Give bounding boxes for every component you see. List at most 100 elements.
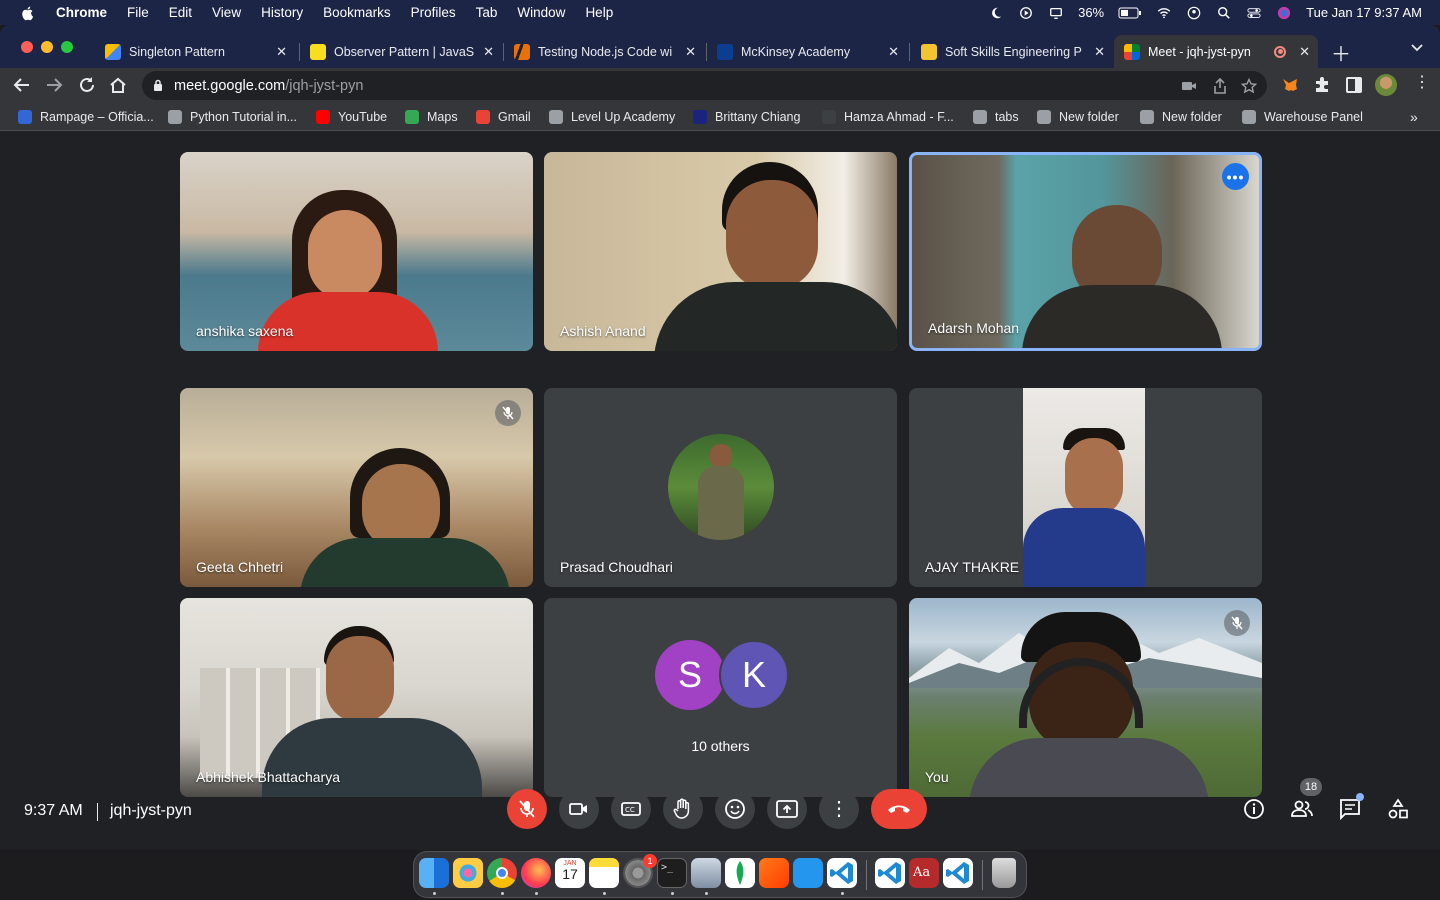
siri-icon[interactable]: [1276, 6, 1292, 20]
menubar-datetime[interactable]: Tue Jan 17 9:37 AM: [1306, 5, 1422, 20]
menu-profiles[interactable]: Profiles: [411, 5, 456, 20]
tab-search-chevron-icon[interactable]: [1411, 44, 1423, 52]
menu-view[interactable]: View: [212, 5, 241, 20]
close-window-button[interactable]: [21, 41, 33, 53]
battery-icon[interactable]: [1118, 6, 1142, 20]
bookmark-item[interactable]: YouTube: [316, 109, 387, 124]
minimize-window-button[interactable]: [41, 41, 53, 53]
camera-in-use-icon[interactable]: [1181, 80, 1197, 92]
tab-close-icon[interactable]: ✕: [1299, 44, 1310, 60]
leave-call-button[interactable]: [871, 789, 927, 829]
sublime-text-dock-icon[interactable]: [759, 858, 789, 888]
bookmark-star-icon[interactable]: [1241, 78, 1257, 94]
dictionary-dock-icon[interactable]: Aa: [909, 858, 939, 888]
raise-hand-button[interactable]: [663, 789, 703, 829]
tab-close-icon[interactable]: ✕: [483, 44, 494, 60]
apple-icon[interactable]: [20, 5, 36, 21]
home-icon[interactable]: [109, 76, 127, 94]
menu-bookmarks[interactable]: Bookmarks: [323, 5, 391, 20]
menu-app-name[interactable]: Chrome: [56, 5, 107, 20]
profile-avatar[interactable]: [1375, 74, 1397, 96]
user-circle-icon[interactable]: [1186, 6, 1202, 20]
activities-button[interactable]: [1386, 797, 1410, 821]
mongodb-compass-dock-icon[interactable]: [725, 858, 755, 888]
moon-icon[interactable]: [988, 6, 1004, 20]
bookmark-item[interactable]: Hamza Ahmad - F...: [822, 109, 954, 124]
bookmark-item[interactable]: Python Tutorial in...: [168, 109, 297, 124]
menu-edit[interactable]: Edit: [169, 5, 192, 20]
tab-google-meet[interactable]: Meet - jqh-jyst-pyn ✕: [1114, 35, 1318, 68]
menu-window[interactable]: Window: [517, 5, 565, 20]
system-preferences-dock-icon[interactable]: 1: [623, 854, 657, 888]
side-panel-icon[interactable]: [1345, 76, 1363, 94]
participant-tile[interactable]: Abhishek Bhattacharya: [180, 598, 533, 797]
chat-button[interactable]: [1338, 793, 1364, 821]
tab-observer-pattern[interactable]: Observer Pattern | JavaS ✕: [300, 35, 502, 68]
spotlight-search-icon[interactable]: [1216, 6, 1232, 20]
vscode-window-2-dock-icon[interactable]: [943, 858, 973, 888]
bookmark-item[interactable]: Rampage – Officia...: [18, 109, 154, 124]
launchpad-dock-icon[interactable]: [453, 858, 483, 888]
participant-tile[interactable]: AJAY THAKRE: [909, 388, 1262, 587]
menu-history[interactable]: History: [261, 5, 303, 20]
extensions-puzzle-icon[interactable]: [1313, 76, 1331, 94]
calendar-dock-icon[interactable]: JAN 17: [555, 858, 585, 888]
zoom-window-button[interactable]: [61, 41, 73, 53]
participant-tile[interactable]: anshika saxena: [180, 152, 533, 351]
reload-icon[interactable]: [78, 76, 96, 94]
back-arrow-icon[interactable]: [13, 77, 31, 93]
menu-help[interactable]: Help: [585, 5, 613, 20]
tab-singleton-pattern[interactable]: Singleton Pattern ✕: [95, 35, 295, 68]
tab-testing-nodejs[interactable]: Testing Node.js Code wi ✕: [504, 35, 704, 68]
tab-close-icon[interactable]: ✕: [1094, 44, 1105, 60]
bookmark-item[interactable]: New folder: [1037, 109, 1119, 124]
bookmark-item[interactable]: tabs: [973, 109, 1019, 124]
forward-arrow-icon[interactable]: [45, 77, 63, 93]
notes-dock-icon[interactable]: [589, 858, 619, 888]
vscode-window-dock-icon[interactable]: [875, 858, 905, 888]
captions-button[interactable]: CC: [611, 789, 651, 829]
bookmark-item[interactable]: New folder: [1140, 109, 1222, 124]
more-bookmarks-chevron-icon[interactable]: »: [1410, 109, 1418, 125]
more-options-button[interactable]: ⋮: [819, 789, 859, 829]
tab-close-icon[interactable]: ✕: [276, 44, 287, 60]
more-options-icon[interactable]: •••: [1222, 163, 1249, 190]
terminal-dock-icon[interactable]: >_: [657, 858, 687, 888]
camera-toggle-button[interactable]: [559, 789, 599, 829]
participant-tile-self[interactable]: You: [909, 598, 1262, 797]
tab-mckinsey-academy[interactable]: McKinsey Academy ✕: [707, 35, 907, 68]
participant-tile[interactable]: Geeta Chhetri: [180, 388, 533, 587]
reactions-button[interactable]: [715, 789, 755, 829]
firefox-dock-icon[interactable]: [521, 858, 551, 888]
docker-dock-icon[interactable]: [793, 858, 823, 888]
participant-tile[interactable]: Ashish Anand: [544, 152, 897, 351]
preview-dock-icon[interactable]: [691, 858, 721, 888]
bookmark-item[interactable]: Warehouse Panel: [1242, 109, 1363, 124]
mic-toggle-button[interactable]: [507, 789, 547, 829]
people-button[interactable]: 18: [1290, 778, 1322, 821]
tab-soft-skills[interactable]: Soft Skills Engineering P ✕: [911, 35, 1113, 68]
bookmark-item[interactable]: Brittany Chiang: [693, 109, 800, 124]
tab-close-icon[interactable]: ✕: [888, 44, 899, 60]
participant-tile[interactable]: Prasad Choudhari: [544, 388, 897, 587]
others-tile[interactable]: S K 10 others: [544, 598, 897, 797]
metamask-extension-icon[interactable]: [1281, 76, 1299, 94]
present-screen-button[interactable]: [767, 789, 807, 829]
lock-icon[interactable]: [153, 79, 163, 92]
vscode-dock-icon[interactable]: [827, 858, 857, 888]
wifi-icon[interactable]: [1156, 6, 1172, 20]
chrome-dock-icon[interactable]: [487, 858, 517, 888]
tab-close-icon[interactable]: ✕: [685, 44, 696, 60]
bookmark-item[interactable]: Level Up Academy: [549, 109, 675, 124]
address-bar[interactable]: meet.google.com/jqh-jyst-pyn: [142, 71, 1267, 100]
share-icon[interactable]: [1213, 78, 1227, 94]
finder-dock-icon[interactable]: [419, 858, 449, 888]
bookmark-item[interactable]: Gmail: [476, 109, 531, 124]
trash-dock-icon[interactable]: [992, 858, 1016, 888]
new-tab-plus-icon[interactable]: ＋: [1331, 38, 1351, 67]
play-circle-icon[interactable]: [1018, 6, 1034, 20]
chrome-menu-kebab-icon[interactable]: ⋮: [1414, 75, 1430, 91]
participant-tile-active-speaker[interactable]: ••• Adarsh Mohan: [909, 152, 1262, 351]
control-center-icon[interactable]: [1246, 6, 1262, 20]
menu-tab[interactable]: Tab: [476, 5, 498, 20]
